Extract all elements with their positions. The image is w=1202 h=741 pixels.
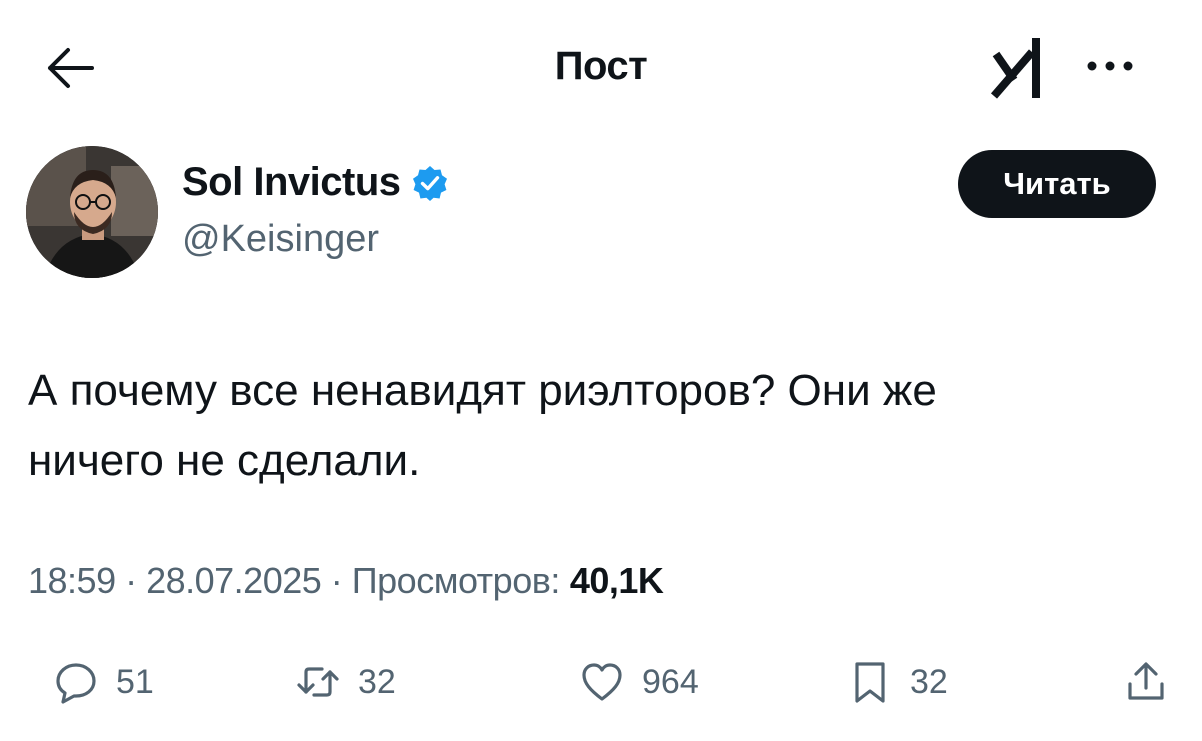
tweet-text-line: ничего не сделали. — [28, 436, 421, 485]
bookmark-button[interactable]: 32 — [848, 660, 948, 704]
verified-badge-icon — [411, 164, 449, 202]
avatar-photo-icon — [26, 146, 158, 278]
avatar[interactable] — [26, 146, 158, 278]
separator-dot: · — [115, 560, 147, 601]
views-count[interactable]: 40,1K — [570, 560, 664, 602]
share-icon — [1124, 660, 1168, 704]
tweet-text: А почему все ненавидят риэлторов? Они же… — [28, 356, 1148, 496]
tweet-meta: 18:59 · 28.07.2025 · Просмотров: 40,1K — [28, 560, 664, 602]
reply-icon — [54, 660, 98, 704]
like-button[interactable]: 964 — [580, 660, 699, 704]
retweet-icon — [296, 660, 340, 704]
tweet-date[interactable]: 28.07.2025 — [146, 560, 322, 602]
tweet-time[interactable]: 18:59 — [28, 560, 116, 602]
bookmark-icon — [848, 660, 892, 704]
read-button[interactable]: Читать — [958, 150, 1156, 218]
reply-button[interactable]: 51 — [54, 660, 154, 704]
retweet-button[interactable]: 32 — [296, 660, 396, 704]
grok-logo-icon — [990, 38, 1040, 99]
heart-icon — [580, 660, 624, 704]
separator-dot: · — [321, 560, 352, 601]
more-button[interactable] — [1080, 54, 1140, 78]
like-count: 964 — [642, 662, 699, 701]
share-button[interactable] — [1124, 660, 1168, 704]
more-horizontal-icon — [1087, 61, 1133, 71]
bookmark-count: 32 — [910, 662, 948, 701]
reply-count: 51 — [116, 662, 154, 701]
author-name[interactable]: Sol Invictus — [182, 160, 401, 205]
author-name-row: Sol Invictus — [182, 160, 449, 205]
tweet-text-line: А почему все ненавидят риэлторов? Они же — [28, 366, 937, 415]
grok-button[interactable] — [988, 30, 1058, 102]
views-label: Просмотров: — [351, 560, 561, 601]
retweet-count: 32 — [358, 662, 396, 701]
author-handle[interactable]: @Keisinger — [182, 218, 379, 261]
